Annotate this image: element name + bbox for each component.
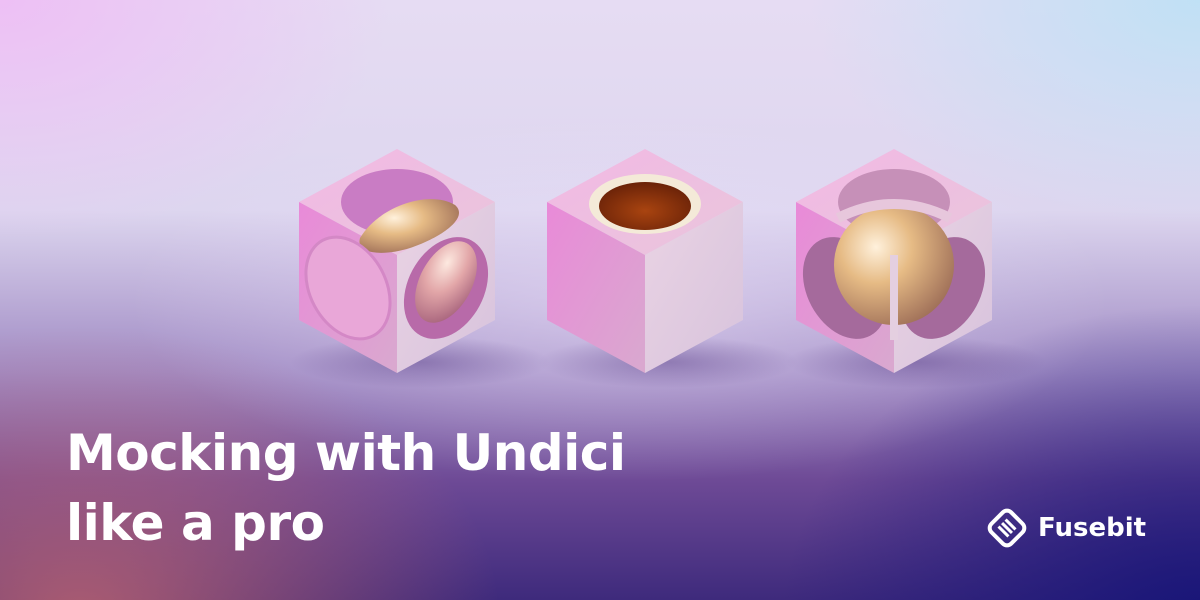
brand-name: Fusebit xyxy=(1038,513,1147,543)
hero-banner: Mocking with Undici like a pro Fusebit xyxy=(0,0,1200,600)
brand-logo: Fusebit xyxy=(986,506,1146,550)
headline-line-1: Mocking with Undici xyxy=(66,424,626,482)
page-title: Mocking with Undici like a pro xyxy=(66,418,626,558)
fusebit-logo-icon xyxy=(987,508,1027,548)
headline-line-2: like a pro xyxy=(66,494,325,552)
